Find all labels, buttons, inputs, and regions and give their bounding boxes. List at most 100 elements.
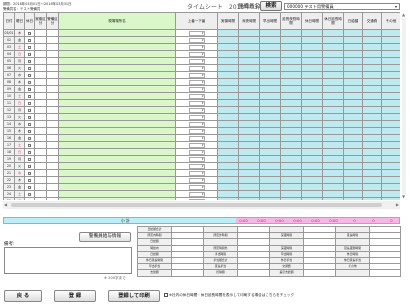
time-cell[interactable] xyxy=(238,43,260,51)
site-name-cell[interactable] xyxy=(58,64,176,72)
time-cell[interactable] xyxy=(280,29,302,37)
work-type-cell[interactable] xyxy=(34,99,47,107)
shift-time-cell[interactable]: ▾ xyxy=(175,92,218,100)
holiday-cell[interactable] xyxy=(24,127,35,135)
amount-cell[interactable] xyxy=(362,162,382,170)
time-cell[interactable] xyxy=(217,50,239,58)
site-name-cell[interactable] xyxy=(58,127,176,135)
time-cell[interactable] xyxy=(301,162,323,170)
time-cell[interactable] xyxy=(238,141,260,149)
shift-time-cell[interactable]: ▾ xyxy=(175,85,218,93)
holiday-checkbox[interactable] xyxy=(28,108,31,112)
shift-time-cell[interactable]: ▾ xyxy=(175,169,218,177)
amount-cell[interactable] xyxy=(381,43,400,51)
time-cell[interactable] xyxy=(322,155,344,163)
holiday-cell[interactable] xyxy=(24,85,35,93)
amount-cell[interactable] xyxy=(362,78,382,86)
time-cell[interactable] xyxy=(238,29,260,37)
time-cell[interactable] xyxy=(259,197,281,200)
time-cell[interactable] xyxy=(322,29,344,37)
amount-cell[interactable] xyxy=(343,99,363,107)
amount-cell[interactable] xyxy=(381,78,400,86)
shift-select[interactable]: ▾ xyxy=(188,86,205,92)
guard-type-cell[interactable] xyxy=(46,148,59,156)
amount-cell[interactable] xyxy=(343,85,363,93)
guard-select[interactable]: 000000 テスト用警備員 ▾ xyxy=(284,3,400,10)
guard-type-cell[interactable] xyxy=(46,134,59,142)
time-cell[interactable] xyxy=(301,134,323,142)
time-cell[interactable] xyxy=(280,85,302,93)
work-type-cell[interactable] xyxy=(34,190,47,198)
guard-type-cell[interactable] xyxy=(46,127,59,135)
shift-select[interactable]: ▾ xyxy=(188,121,205,127)
amount-cell[interactable] xyxy=(381,50,400,58)
time-cell[interactable] xyxy=(259,190,281,198)
work-type-cell[interactable] xyxy=(34,43,47,51)
amount-cell[interactable] xyxy=(362,50,382,58)
site-name-cell[interactable] xyxy=(58,92,176,100)
site-name-cell[interactable] xyxy=(58,162,176,170)
shift-select[interactable]: ▾ xyxy=(188,51,205,57)
amount-cell[interactable] xyxy=(343,50,363,58)
amount-cell[interactable] xyxy=(381,141,400,149)
horizontal-scrollbar[interactable]: ◀ ▶ xyxy=(3,201,400,209)
holiday-cell[interactable] xyxy=(24,64,35,72)
shift-time-cell[interactable]: ▾ xyxy=(175,197,218,200)
site-name-cell[interactable] xyxy=(58,50,176,58)
time-cell[interactable] xyxy=(322,176,344,184)
time-cell[interactable] xyxy=(217,127,239,135)
holiday-checkbox[interactable] xyxy=(28,136,31,140)
time-cell[interactable] xyxy=(238,148,260,156)
time-cell[interactable] xyxy=(301,197,323,200)
guard-type-cell[interactable] xyxy=(46,197,59,200)
time-cell[interactable] xyxy=(259,106,281,114)
time-cell[interactable] xyxy=(322,120,344,128)
shift-time-cell[interactable]: ▾ xyxy=(175,134,218,142)
guard-type-cell[interactable] xyxy=(46,183,59,191)
holiday-cell[interactable] xyxy=(24,57,35,65)
holiday-cell[interactable] xyxy=(24,50,35,58)
site-name-cell[interactable] xyxy=(58,43,176,51)
time-cell[interactable] xyxy=(259,36,281,44)
amount-cell[interactable] xyxy=(343,29,363,37)
amount-cell[interactable] xyxy=(381,85,400,93)
amount-cell[interactable] xyxy=(343,190,363,198)
holiday-cell[interactable] xyxy=(24,43,35,51)
amount-cell[interactable] xyxy=(343,197,363,200)
shift-select[interactable]: ▾ xyxy=(188,142,205,148)
time-cell[interactable] xyxy=(322,71,344,79)
time-cell[interactable] xyxy=(259,71,281,79)
shift-time-cell[interactable]: ▾ xyxy=(175,57,218,65)
print-option-checkbox[interactable] xyxy=(164,293,168,297)
time-cell[interactable] xyxy=(259,99,281,107)
time-cell[interactable] xyxy=(280,197,302,200)
amount-cell[interactable] xyxy=(381,183,400,191)
guard-type-cell[interactable] xyxy=(46,50,59,58)
work-type-cell[interactable] xyxy=(34,50,47,58)
holiday-checkbox[interactable] xyxy=(28,178,31,182)
shift-select[interactable]: ▾ xyxy=(188,149,205,155)
shift-select[interactable]: ▾ xyxy=(188,30,205,36)
amount-cell[interactable] xyxy=(362,92,382,100)
amount-cell[interactable] xyxy=(381,176,400,184)
register-print-button[interactable]: 登録して印刷 xyxy=(108,290,160,302)
time-cell[interactable] xyxy=(259,92,281,100)
amount-cell[interactable] xyxy=(362,29,382,37)
scroll-down-icon[interactable]: ▼ xyxy=(400,194,407,200)
amount-cell[interactable] xyxy=(381,134,400,142)
amount-cell[interactable] xyxy=(343,71,363,79)
work-type-cell[interactable] xyxy=(34,162,47,170)
time-cell[interactable] xyxy=(238,134,260,142)
shift-time-cell[interactable]: ▾ xyxy=(175,71,218,79)
holiday-cell[interactable] xyxy=(24,36,35,44)
time-cell[interactable] xyxy=(301,36,323,44)
amount-cell[interactable] xyxy=(381,64,400,72)
holiday-cell[interactable] xyxy=(24,141,35,149)
time-cell[interactable] xyxy=(217,197,239,200)
time-cell[interactable] xyxy=(217,162,239,170)
shift-select[interactable]: ▾ xyxy=(188,163,205,169)
amount-cell[interactable] xyxy=(343,92,363,100)
amount-cell[interactable] xyxy=(381,197,400,200)
holiday-checkbox[interactable] xyxy=(28,73,31,77)
time-cell[interactable] xyxy=(280,120,302,128)
